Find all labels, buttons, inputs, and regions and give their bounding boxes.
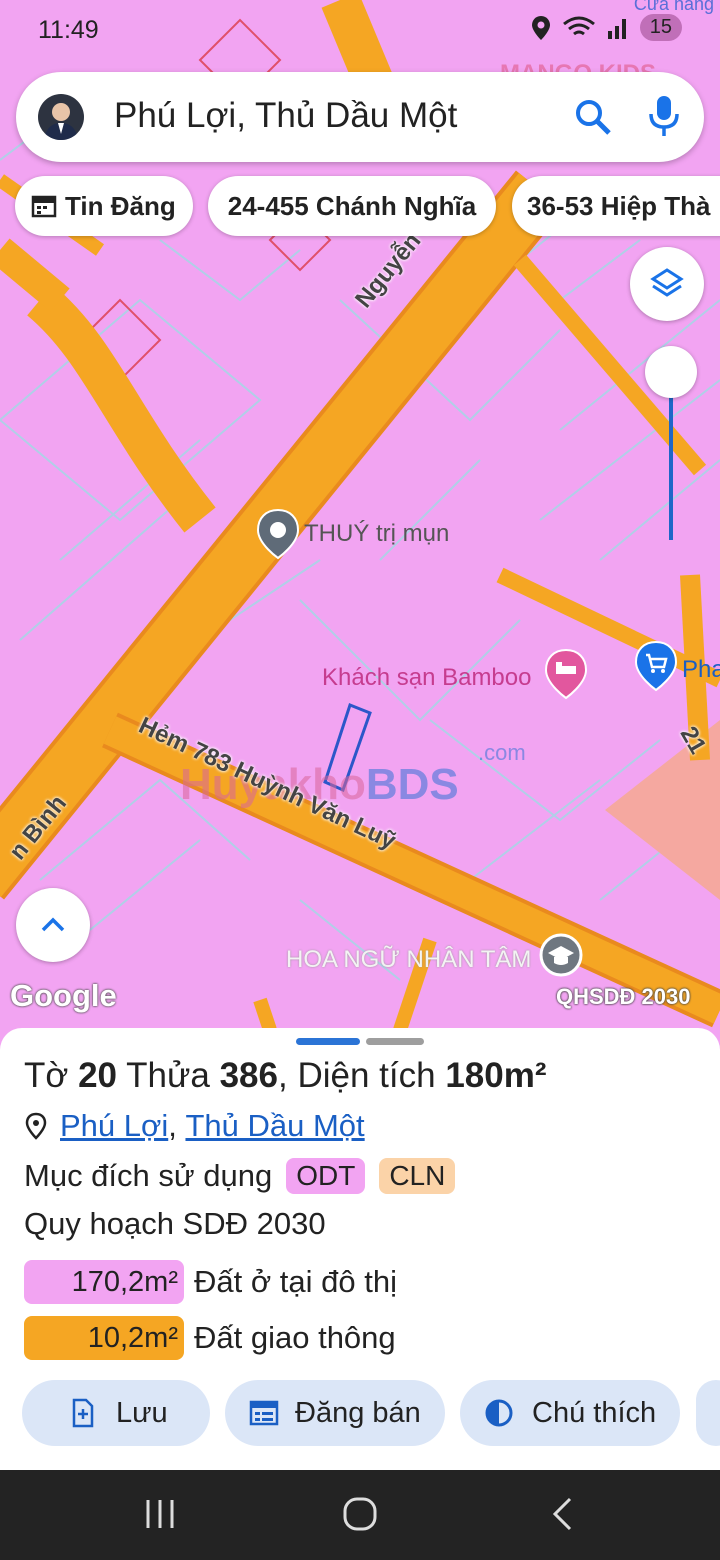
poi-label-bamboo[interactable]: Khách sạn Bamboo xyxy=(322,664,531,692)
google-logo: Google xyxy=(10,978,117,1013)
chip-label: 24-455 Chánh Nghĩa xyxy=(227,190,477,221)
plan-area-value: 10,2m² xyxy=(24,1316,184,1360)
location-pin-icon xyxy=(25,1112,47,1140)
mic-icon[interactable] xyxy=(646,94,682,140)
map-view[interactable]: 11:49 15 Cửa hàng MANGO KIDS Phú Lợi, Th… xyxy=(0,0,720,1030)
land-use-tag-odt[interactable]: ODT xyxy=(286,1158,366,1194)
sheet-number: 20 xyxy=(78,1056,118,1095)
plan-area-row: 170,2m² Đất ở tại đô thị xyxy=(24,1260,397,1304)
system-nav-bar xyxy=(0,1470,720,1560)
contrast-icon xyxy=(485,1399,513,1427)
chip-row: Tin Đăng 24-455 Chánh Nghĩa 36-53 Hiệp T… xyxy=(0,176,720,238)
school-icon[interactable] xyxy=(538,932,584,982)
avatar[interactable] xyxy=(38,94,84,140)
ward-link[interactable]: Phú Lợi xyxy=(60,1108,168,1144)
parcel-area: 180m² xyxy=(445,1056,547,1095)
poi-label-thuy[interactable]: THUÝ trị mụn xyxy=(304,520,449,548)
calendar-list-icon xyxy=(249,1400,279,1426)
opacity-slider-handle[interactable] xyxy=(645,346,697,398)
parcel-title: Tờ 20 Thửa 386, Diện tích 180m² xyxy=(24,1056,547,1095)
plan-area-row: 10,2m² Đất giao thông xyxy=(24,1316,396,1360)
plan-title: Quy hoạch SDĐ 2030 xyxy=(24,1206,326,1241)
chip-label: Tin Đăng xyxy=(65,190,176,221)
parcel-number: 386 xyxy=(219,1056,278,1095)
action-row: Lưu Đăng bán Chú thích xyxy=(0,1380,720,1448)
layers-icon xyxy=(650,268,684,297)
land-use-tag-cln[interactable]: CLN xyxy=(379,1158,456,1194)
parcel-info-sheet[interactable]: Tờ 20 Thửa 386, Diện tích 180m² Phú Lợi,… xyxy=(0,1028,720,1470)
poi-pin-icon[interactable] xyxy=(256,508,300,560)
search-bar[interactable]: Phú Lợi, Thủ Dầu Một xyxy=(16,72,704,162)
status-time: 11:49 xyxy=(38,16,99,44)
chip-chanh-nghia[interactable]: 24-455 Chánh Nghĩa xyxy=(208,176,496,236)
post-sale-button[interactable]: Đăng bán xyxy=(225,1380,445,1446)
save-button[interactable]: Lưu xyxy=(22,1380,210,1446)
calendar-icon xyxy=(31,195,57,218)
location-icon xyxy=(531,15,550,40)
signal-icon xyxy=(607,18,626,39)
sheet-handle-secondary[interactable] xyxy=(366,1038,424,1045)
plan-layer-label: QHSDĐ 2030 xyxy=(556,984,691,1009)
parcel-location: Phú Lợi, Thủ Dầu Một xyxy=(24,1108,365,1144)
poi-label-pha[interactable]: Pha xyxy=(682,656,720,684)
legend-button[interactable]: Chú thích xyxy=(460,1380,680,1446)
bookmark-add-icon xyxy=(72,1398,94,1428)
notification-count-badge: 15 xyxy=(639,14,682,41)
shopping-cart-icon[interactable] xyxy=(634,640,678,694)
search-icon[interactable] xyxy=(572,96,616,140)
plan-area-label: Đất giao thông xyxy=(194,1320,396,1355)
search-query[interactable]: Phú Lợi, Thủ Dầu Một xyxy=(114,96,457,136)
status-icons: 15 xyxy=(530,14,682,41)
back-icon[interactable] xyxy=(550,1496,574,1532)
more-action-button[interactable] xyxy=(696,1380,720,1446)
poi-label-hoa-ngu[interactable]: HOA NGỮ NHÂN TÂM xyxy=(286,946,531,974)
chip-tin-dang[interactable]: Tin Đăng xyxy=(15,176,193,236)
plan-area-label: Đất ở tại đô thị xyxy=(194,1264,397,1299)
city-link[interactable]: Thủ Dầu Một xyxy=(185,1108,364,1144)
chevron-up-icon xyxy=(41,917,65,932)
status-bar: 11:49 15 xyxy=(0,0,720,64)
chip-label: 36-53 Hiệp Thà xyxy=(527,190,711,221)
sheet-handle[interactable] xyxy=(296,1038,360,1045)
land-use-purpose: Mục đích sử dụng ODT CLN xyxy=(24,1158,456,1194)
recent-apps-icon[interactable] xyxy=(144,1498,176,1530)
chip-hiep-thanh[interactable]: 36-53 Hiệp Thà xyxy=(512,176,720,236)
hotel-icon[interactable] xyxy=(544,648,588,702)
expand-up-button[interactable] xyxy=(16,888,90,962)
wifi-icon xyxy=(562,16,595,35)
plan-area-value: 170,2m² xyxy=(24,1260,184,1304)
home-icon[interactable] xyxy=(342,1496,378,1532)
layers-button[interactable] xyxy=(630,247,704,321)
